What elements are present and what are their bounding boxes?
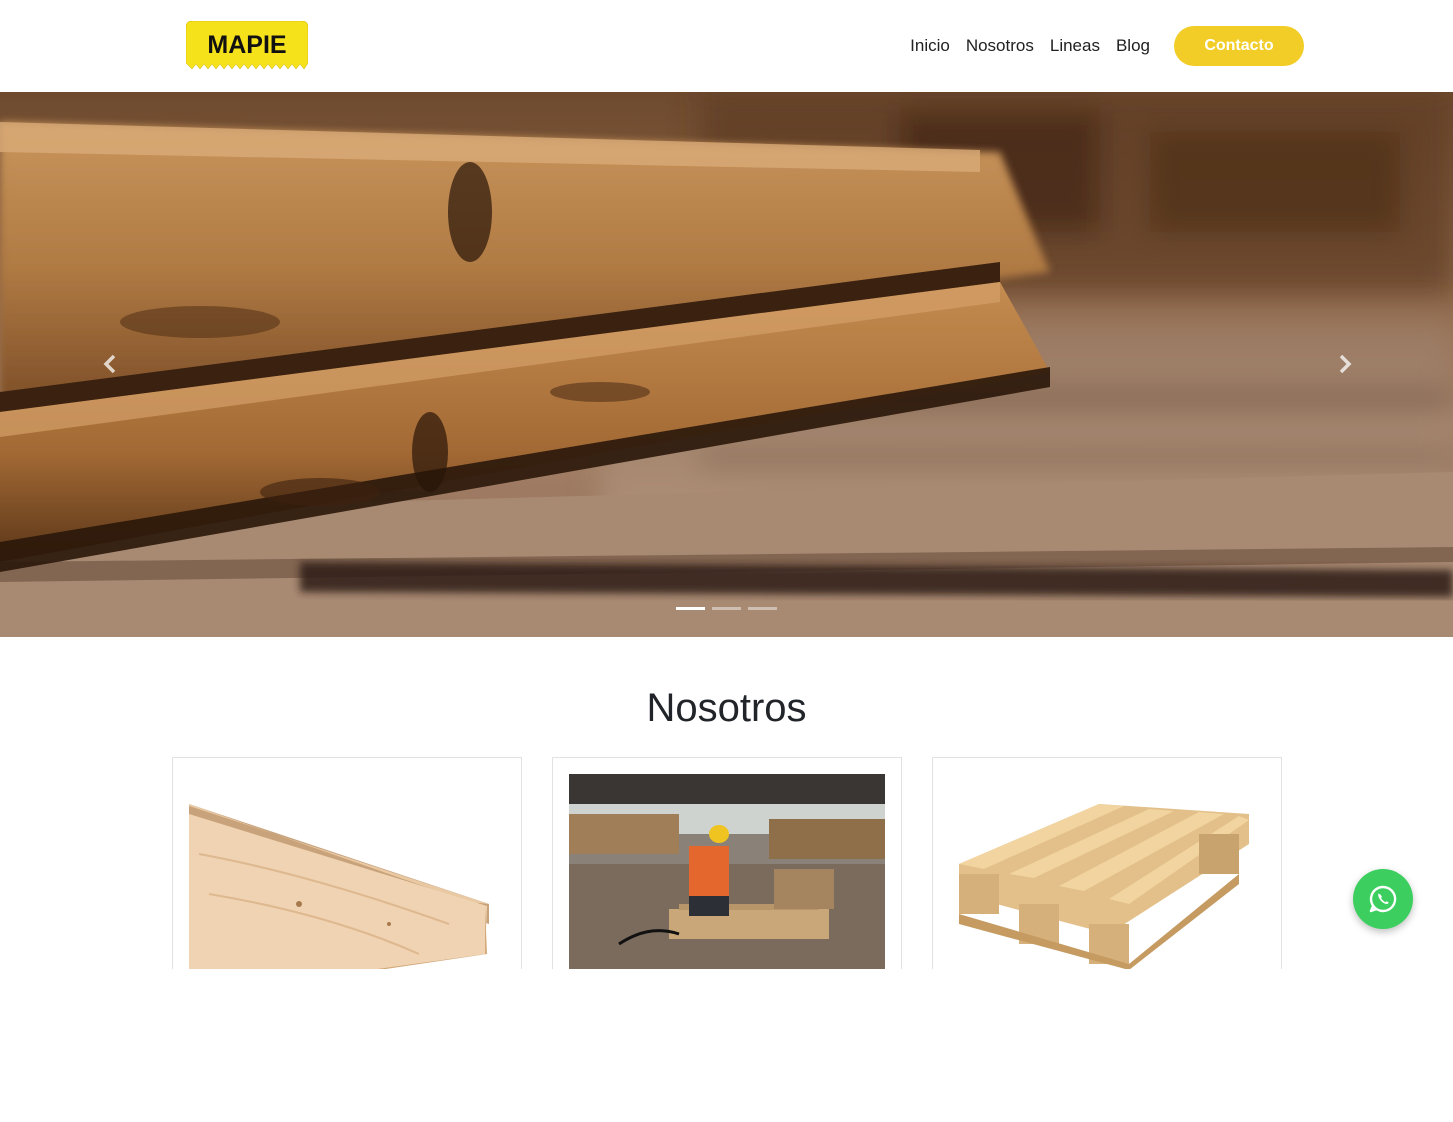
carousel-indicator-3[interactable] (748, 607, 777, 610)
wooden-pallet-image (949, 774, 1265, 969)
worker-building-pallet-image (569, 774, 885, 969)
main-nav: Inicio Nosotros Lineas Blog Contacto (910, 26, 1304, 66)
whatsapp-icon (1369, 885, 1397, 913)
brand-logo[interactable]: MAPIE (185, 20, 309, 71)
hero-wood-image (0, 92, 1453, 637)
carousel-next-button[interactable] (1330, 349, 1360, 379)
about-card-2[interactable] (552, 757, 902, 969)
carousel-indicator-2[interactable] (712, 607, 741, 610)
carousel-indicator-1[interactable] (676, 607, 705, 610)
contact-button[interactable]: Contacto (1174, 26, 1304, 66)
nav-link-inicio[interactable]: Inicio (910, 36, 950, 56)
whatsapp-button[interactable] (1353, 869, 1413, 929)
nav-link-blog[interactable]: Blog (1116, 36, 1150, 56)
about-card-1[interactable] (172, 757, 522, 969)
nav-link-nosotros[interactable]: Nosotros (966, 36, 1034, 56)
hero-carousel (0, 92, 1453, 637)
carousel-prev-button[interactable] (95, 349, 125, 379)
carousel-indicators (676, 607, 777, 610)
wood-plank-image (189, 774, 505, 969)
nav-link-lineas[interactable]: Lineas (1050, 36, 1100, 56)
chevron-left-icon (103, 354, 116, 374)
about-card-3[interactable] (932, 757, 1282, 969)
section-title-nosotros: Nosotros (646, 686, 807, 730)
navbar: MAPIE Inicio Nosotros Lineas Blog Contac… (0, 0, 1453, 92)
logo-text: MAPIE (207, 31, 286, 59)
chevron-right-icon (1339, 354, 1352, 374)
